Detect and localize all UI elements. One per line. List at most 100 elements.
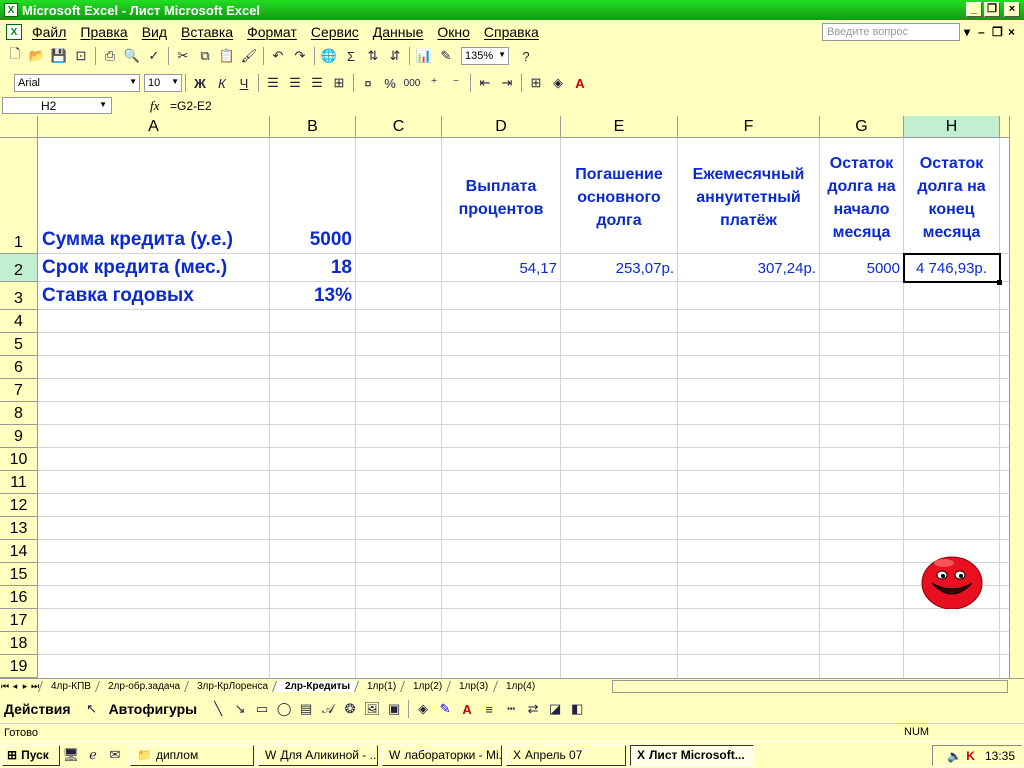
- row-header-2[interactable]: 2: [0, 254, 38, 282]
- undo-icon[interactable]: ↶: [267, 46, 289, 66]
- row-header-12[interactable]: 12: [0, 494, 38, 517]
- textbox-icon[interactable]: ▤: [295, 699, 317, 719]
- redo-icon[interactable]: ↷: [289, 46, 311, 66]
- fill-color-icon[interactable]: ◈: [547, 73, 569, 93]
- col-header-f[interactable]: F: [678, 116, 820, 138]
- chart-wizard-icon[interactable]: 📊: [413, 46, 435, 66]
- font-color-icon[interactable]: A: [456, 699, 478, 719]
- col-header-c[interactable]: C: [356, 116, 442, 138]
- row-header-18[interactable]: 18: [0, 632, 38, 655]
- cell-h1[interactable]: Остаток долга на конец месяца: [904, 146, 999, 244]
- font-size-select[interactable]: 10 ▼: [144, 74, 182, 92]
- row-header-14[interactable]: 14: [0, 540, 38, 563]
- cell-b1[interactable]: 5000: [270, 226, 355, 253]
- dash-style-icon[interactable]: ┅: [500, 699, 522, 719]
- menu-tools[interactable]: Сервис: [311, 24, 359, 40]
- name-box[interactable]: H2 ▼: [2, 97, 112, 114]
- cell-d1[interactable]: Выплата процентов: [442, 146, 560, 221]
- fill-handle[interactable]: [997, 280, 1002, 285]
- autoshapes-menu[interactable]: Автофигуры: [109, 701, 198, 717]
- excel-app-icon[interactable]: X: [4, 3, 18, 17]
- percent-button[interactable]: %: [379, 73, 401, 93]
- worksheet-grid[interactable]: A B C D E F G H 1 2 3 4 5 6 7 8 9 10 11 …: [0, 116, 1009, 678]
- bold-button[interactable]: Ж: [189, 73, 211, 93]
- print-icon[interactable]: ⎙: [99, 46, 121, 66]
- paste-icon[interactable]: 📋: [216, 46, 238, 66]
- sheet-tab[interactable]: 1лр(2): [400, 681, 451, 692]
- autosum-icon[interactable]: Σ: [340, 46, 362, 66]
- first-sheet-icon[interactable]: ⏮: [0, 681, 10, 692]
- shadow-icon[interactable]: ◪: [544, 699, 566, 719]
- taskbar-button[interactable]: Wлабораторки - Mi...: [382, 744, 502, 766]
- line-color-icon[interactable]: ✎: [434, 699, 456, 719]
- row-header-17[interactable]: 17: [0, 609, 38, 632]
- col-header-e[interactable]: E: [561, 116, 678, 138]
- select-objects-icon[interactable]: ↖: [81, 699, 103, 719]
- row-header-16[interactable]: 16: [0, 586, 38, 609]
- maximize-button[interactable]: ❐: [984, 2, 1000, 17]
- col-header-g[interactable]: G: [820, 116, 904, 138]
- borders-icon[interactable]: ⊞: [525, 73, 547, 93]
- menu-view[interactable]: Вид: [142, 24, 167, 40]
- underline-button[interactable]: Ч: [233, 73, 255, 93]
- hyperlink-icon[interactable]: 🌐: [318, 46, 340, 66]
- row-header-11[interactable]: 11: [0, 471, 38, 494]
- sheet-tab[interactable]: 1лр(4): [492, 681, 543, 692]
- new-icon[interactable]: 🗋: [4, 46, 26, 66]
- row-header-5[interactable]: 5: [0, 333, 38, 356]
- actions-menu[interactable]: Действия: [4, 701, 71, 717]
- row-header-7[interactable]: 7: [0, 379, 38, 402]
- function-icon[interactable]: fx: [150, 98, 170, 114]
- menu-help[interactable]: Справка: [484, 24, 539, 40]
- row-header-19[interactable]: 19: [0, 655, 38, 678]
- vertical-scrollbar[interactable]: [1009, 116, 1024, 678]
- permission-icon[interactable]: ⊡: [70, 46, 92, 66]
- rectangle-icon[interactable]: ▭: [251, 699, 273, 719]
- menu-data[interactable]: Данные: [373, 24, 424, 40]
- clipart-icon[interactable]: 🖼: [361, 699, 383, 719]
- format-painter-icon[interactable]: 🖌: [238, 46, 260, 66]
- help-icon[interactable]: ?: [515, 46, 537, 66]
- diagram-icon[interactable]: ❂: [339, 699, 361, 719]
- sheet-tab[interactable]: 1лр(1): [354, 681, 405, 692]
- cell-a3[interactable]: Ставка годовых: [39, 282, 269, 309]
- cell-b2[interactable]: 18: [270, 254, 355, 281]
- merge-center-icon[interactable]: ⊞: [328, 73, 350, 93]
- currency-icon[interactable]: ¤: [357, 73, 379, 93]
- cut-icon[interactable]: ✂: [172, 46, 194, 66]
- sheet-tab[interactable]: 3лр-КрЛоренса: [183, 681, 277, 692]
- horizontal-scrollbar[interactable]: [612, 680, 1008, 693]
- doc-close-button[interactable]: ×: [1008, 25, 1015, 39]
- align-right-icon[interactable]: ☰: [306, 73, 328, 93]
- menu-file[interactable]: Файл: [32, 24, 66, 40]
- close-button[interactable]: ×: [1004, 2, 1020, 17]
- zoom-select[interactable]: 135% ▼: [461, 47, 509, 65]
- open-icon[interactable]: 📂: [26, 46, 48, 66]
- volume-icon[interactable]: 🔈: [947, 749, 962, 763]
- cell-f1[interactable]: Ежемесячный аннуитетный платёж: [678, 146, 819, 232]
- workbook-icon[interactable]: X: [6, 24, 22, 40]
- picture-icon[interactable]: ▣: [383, 699, 405, 719]
- save-icon[interactable]: 💾: [48, 46, 70, 66]
- cell-a1[interactable]: Сумма кредита (у.е.): [39, 226, 269, 253]
- row-header-9[interactable]: 9: [0, 425, 38, 448]
- cell-b3[interactable]: 13%: [270, 282, 355, 309]
- menu-edit[interactable]: Правка: [80, 24, 127, 40]
- row-header-4[interactable]: 4: [0, 310, 38, 333]
- decrease-decimal-icon[interactable]: ⁻: [445, 73, 467, 93]
- 3d-icon[interactable]: ◧: [566, 699, 588, 719]
- italic-button[interactable]: К: [211, 73, 233, 93]
- sheet-tab-active[interactable]: 2лр-Кредиты: [272, 681, 359, 692]
- align-left-icon[interactable]: ☰: [262, 73, 284, 93]
- start-button[interactable]: ⊞ Пуск: [2, 744, 60, 766]
- menu-window[interactable]: Окно: [437, 24, 470, 40]
- cell-a2[interactable]: Срок кредита (мес.): [39, 254, 269, 281]
- line-icon[interactable]: ╲: [207, 699, 229, 719]
- cell-g2[interactable]: 5000: [820, 254, 903, 281]
- sort-ascending-icon[interactable]: ⇅: [362, 46, 384, 66]
- row-header-3[interactable]: 3: [0, 282, 38, 310]
- antivirus-icon[interactable]: K: [966, 749, 975, 763]
- print-preview-icon[interactable]: 🔍: [121, 46, 143, 66]
- row-header-8[interactable]: 8: [0, 402, 38, 425]
- cell-e2[interactable]: 253,07р.: [561, 254, 677, 281]
